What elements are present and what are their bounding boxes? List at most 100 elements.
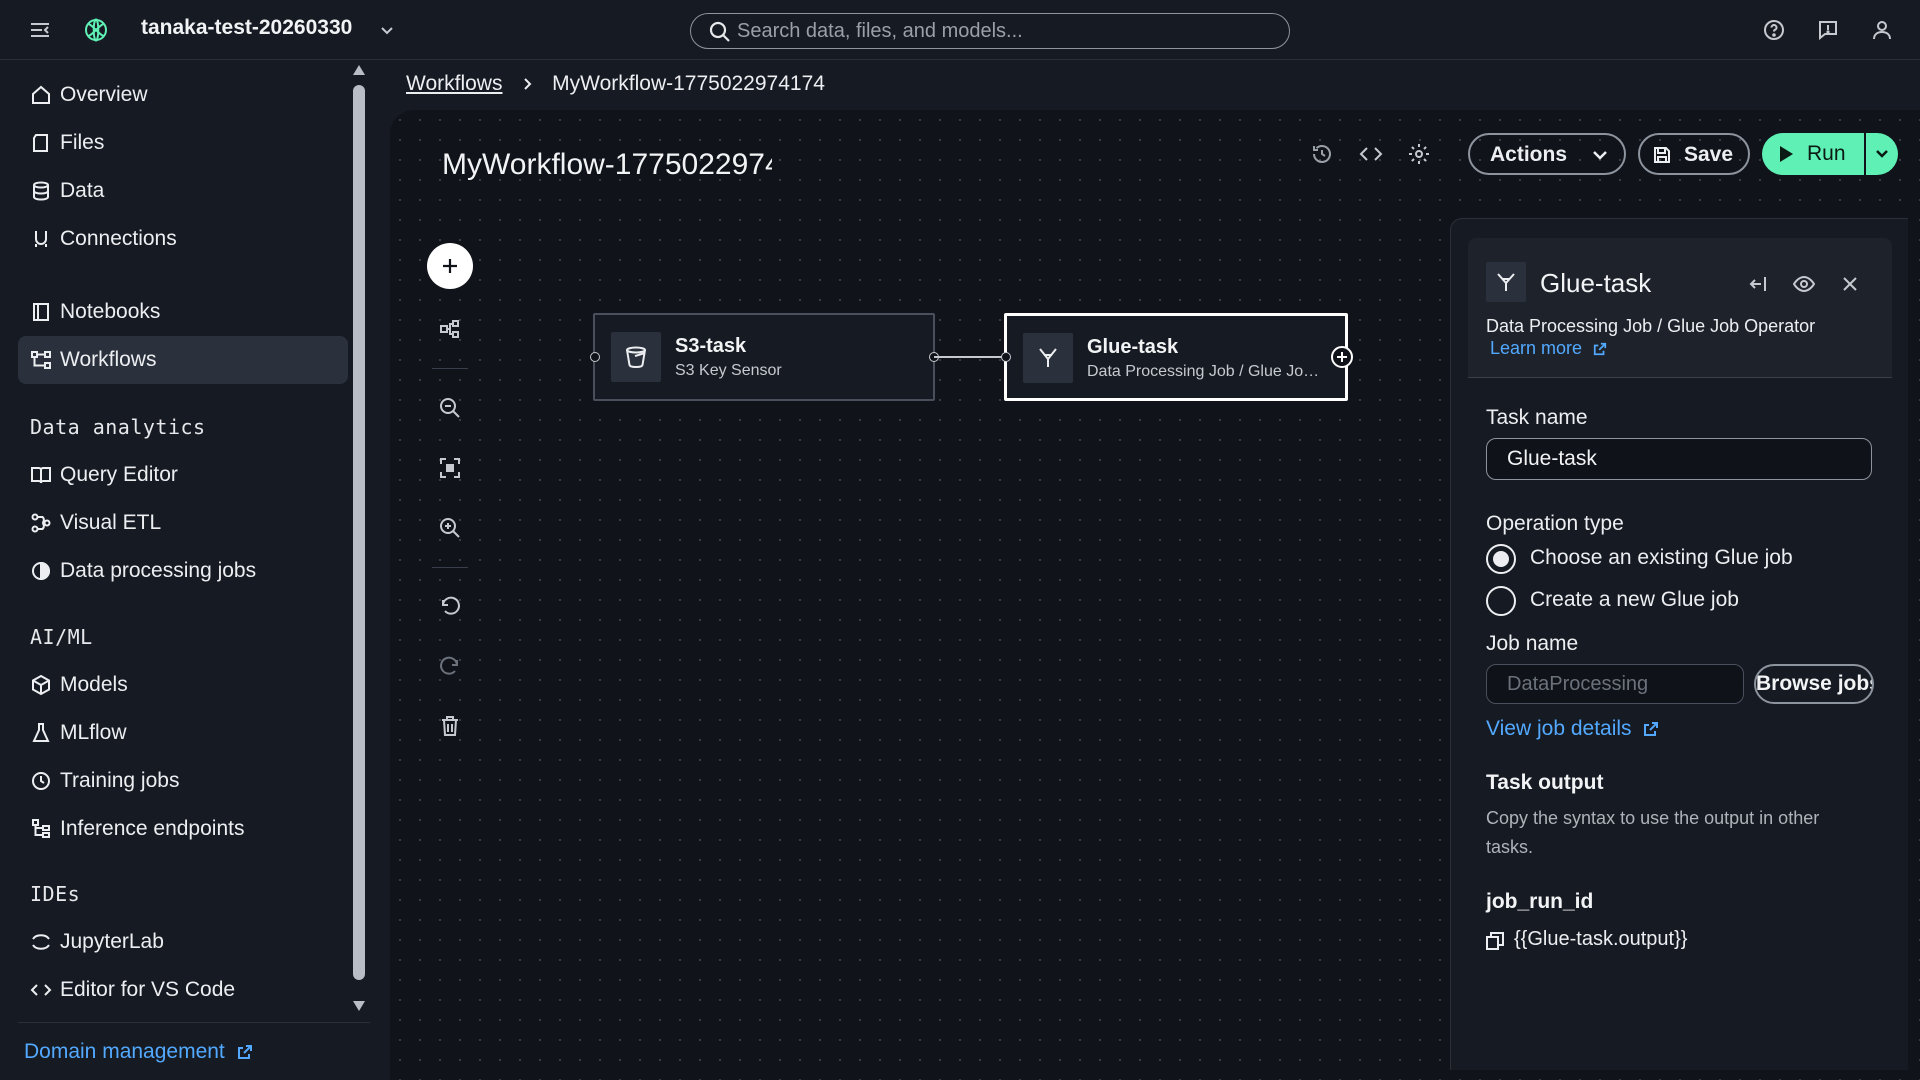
add-task-button[interactable] [427,243,473,289]
sidebar-item-label: Notebooks [60,300,161,323]
domain-management-link[interactable]: Domain management [24,1040,253,1064]
sidebar-item-label: Inference endpoints [60,817,245,840]
copy-icon[interactable] [1486,932,1504,950]
help-icon[interactable] [1762,18,1786,42]
user-profile-icon[interactable] [1870,18,1894,42]
workflow-node-glue-task[interactable]: Glue-task Data Processing Job / Glue Job… [1004,313,1348,401]
sidebar-item-label: Connections [60,227,177,250]
jupyter-icon [32,934,50,950]
sidebar-item-vs-code[interactable]: Editor for VS Code [18,966,348,1014]
actions-dropdown-button[interactable]: Actions [1468,133,1626,175]
breadcrumb-current: MyWorkflow-1775022974174 [552,72,825,95]
output-syntax-value: {{Glue-task.output}} [1514,928,1688,950]
actions-label: Actions [1490,143,1568,166]
section-title-ides: IDEs [30,882,81,906]
sidebar-item-models[interactable]: Models [18,661,348,709]
sidebar-item-jupyterlab[interactable]: JupyterLab [18,918,348,966]
processing-icon [32,561,50,581]
run-button[interactable]: Run [1762,133,1864,175]
zoom-out-icon[interactable] [438,396,462,420]
radio-button[interactable] [1486,544,1516,574]
settings-gear-icon[interactable] [1407,142,1431,166]
code-view-icon[interactable] [1359,142,1383,166]
sidebar-item-notebooks[interactable]: Notebooks [18,288,348,336]
sidebar-item-label: Files [60,131,105,154]
chevron-down-icon [1593,151,1607,160]
sidebar-item-data[interactable]: Data [18,167,348,215]
sidebar-item-training-jobs[interactable]: Training jobs [18,757,348,805]
breadcrumb-workflows-link[interactable]: Workflows [406,72,502,95]
save-icon [1654,147,1670,163]
sidebar-item-label: Data [60,179,105,202]
glue-icon [1497,273,1515,291]
node-title: S3-task [675,335,747,357]
sidebar-scrollbar[interactable] [353,85,365,980]
menu-collapse-icon[interactable] [28,18,52,42]
external-link-icon [1593,343,1607,356]
workflow-title[interactable]: MyWorkflow-1775022974174 [442,148,772,182]
clock-icon [32,772,50,790]
home-icon [32,85,50,104]
auto-layout-icon[interactable] [438,317,462,341]
redo-icon[interactable] [438,654,462,678]
sidebar-item-workflows[interactable]: Workflows [18,336,348,384]
top-bar: tanaka-test-20260330 [0,0,1920,60]
sidebar-item-inference-endpoints[interactable]: Inference endpoints [18,805,348,853]
chevron-down-icon [1876,150,1888,158]
sidebar-item-query-editor[interactable]: Query Editor [18,451,348,499]
panel-title: Glue-task [1540,268,1652,298]
output-variable-name: job_run_id [1486,890,1594,913]
notebook-icon [33,303,49,321]
radio-button[interactable] [1486,586,1516,616]
node-input-port[interactable] [590,352,600,362]
sidebar-item-label: Workflows [60,348,157,371]
task-config-panel: Glue-task Data Processing Job / Glue Job… [1468,238,1892,1070]
delete-trash-icon[interactable] [438,714,462,738]
radio-label: Choose an existing Glue job [1530,546,1793,569]
learn-more-link[interactable]: Learn more [1490,338,1607,359]
sidebar-item-label: Editor for VS Code [60,978,236,1001]
view-job-details-label: View job details [1486,717,1632,740]
domain-name[interactable]: tanaka-test-20260330 [141,16,352,40]
node-title: Glue-task [1087,336,1179,358]
zoom-in-icon[interactable] [438,516,462,540]
save-button[interactable]: Save [1638,133,1750,175]
task-name-input[interactable] [1486,438,1872,480]
sidebar-item-label: Query Editor [60,463,178,486]
scroll-down-arrow-icon[interactable] [352,1000,366,1012]
sidebar-item-overview[interactable]: Overview [18,71,348,119]
view-job-details-link[interactable]: View job details [1486,717,1659,741]
undo-icon[interactable] [438,594,462,618]
job-name-input[interactable] [1486,664,1744,704]
endpoints-icon [32,819,50,838]
radio-label: Create a new Glue job [1530,588,1739,611]
sidebar-item-data-processing-jobs[interactable]: Data processing jobs [18,547,348,595]
sidebar-item-mlflow[interactable]: MLflow [18,709,348,757]
node-input-port[interactable] [1001,352,1011,362]
sidebar-item-files[interactable]: Files [18,119,348,167]
scroll-up-arrow-icon[interactable] [352,64,366,76]
preview-eye-icon[interactable] [1793,273,1815,295]
history-icon[interactable] [1310,142,1334,166]
add-next-task-icon[interactable] [1330,345,1354,369]
code-icon [30,984,52,996]
chevron-right-icon [524,78,532,91]
search-input[interactable] [737,18,1267,44]
fit-view-icon[interactable] [438,456,462,480]
search-bar[interactable] [690,13,1290,49]
connections-icon [35,231,47,247]
database-icon [33,181,49,201]
play-icon [1780,146,1793,162]
node-subtitle: Data Processing Job / Glue Job Operator [1087,363,1327,380]
chevron-down-icon[interactable] [377,20,397,40]
browse-jobs-button[interactable]: Browse jobs [1754,664,1874,704]
file-icon [33,134,48,152]
collapse-panel-icon[interactable] [1748,273,1770,295]
sidebar-item-connections[interactable]: Connections [18,215,348,263]
workflow-node-s3-task[interactable]: S3-task S3 Key Sensor [593,313,935,401]
sidebar-item-visual-etl[interactable]: Visual ETL [18,499,348,547]
close-icon[interactable] [1839,273,1861,295]
feedback-icon[interactable] [1816,18,1840,42]
domain-logo-icon [85,18,107,42]
job-name-label: Job name [1486,632,1579,655]
